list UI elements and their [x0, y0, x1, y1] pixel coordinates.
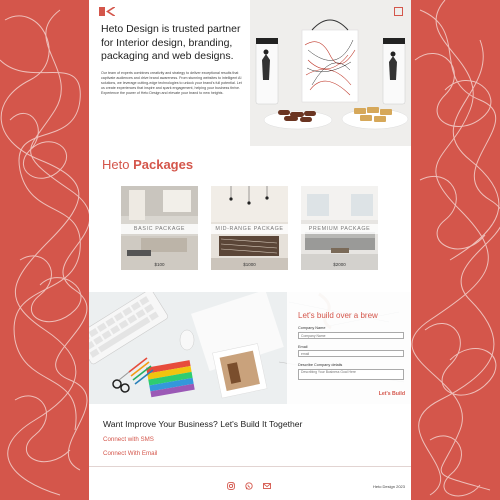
company-name-label: Company Name: [298, 326, 326, 330]
mail-icon[interactable]: [263, 482, 271, 490]
packages-heading: Heto Packages: [102, 157, 193, 172]
contact-form: Let's build over a brew Company Name Ema…: [287, 292, 411, 404]
package-card-basic[interactable]: BASIC PACKAGE $100: [121, 186, 198, 270]
whatsapp-icon[interactable]: [245, 482, 253, 490]
package-price: $2000: [333, 262, 346, 267]
contact-form-title: Let's build over a brew: [298, 311, 378, 320]
footer-divider: [89, 466, 411, 467]
lets-build-button[interactable]: Let's Build: [379, 391, 405, 397]
menu-button[interactable]: [394, 7, 403, 16]
footer-copyright: Heto Design 2023: [372, 484, 405, 489]
page-container: Heto Design is trusted partner for Inter…: [89, 0, 411, 500]
cta-title-part2: Let's Build It Together: [220, 419, 303, 429]
company-details-input[interactable]: [298, 369, 404, 380]
package-card-mid-range[interactable]: MID-RANGE PACKAGE $1000: [211, 186, 288, 270]
package-price: $100: [154, 262, 165, 267]
logo[interactable]: [99, 7, 115, 16]
hero-title: Heto Design is trusted partner for Inter…: [101, 23, 241, 62]
instagram-icon[interactable]: [227, 482, 235, 490]
email-label: Email: [298, 345, 308, 349]
hero-product-image: [250, 0, 411, 146]
packages-heading-light: Heto: [102, 157, 134, 172]
cta-title-part1: Want Improve Your Business?: [103, 419, 221, 429]
package-price: $1000: [243, 262, 256, 267]
company-details-label: Describe Company details: [298, 363, 343, 367]
package-label: PREMIUM PACKAGE: [301, 224, 378, 234]
connect-sms-link[interactable]: Connect with SMS: [103, 436, 154, 443]
package-card-premium[interactable]: PREMIUM PACKAGE $2000: [301, 186, 378, 270]
packages-heading-bold: Packages: [133, 157, 194, 172]
hero-description: Our team of experts combines creativity …: [101, 71, 242, 96]
cta-title: Want Improve Your Business? Let's Build …: [103, 419, 302, 429]
email-input[interactable]: [298, 350, 404, 357]
package-label: MID-RANGE PACKAGE: [211, 224, 288, 234]
company-name-input[interactable]: [298, 332, 404, 339]
hero-section: Heto Design is trusted partner for Inter…: [89, 0, 411, 146]
connect-email-link[interactable]: Connect With Email: [103, 450, 157, 457]
package-label: BASIC PACKAGE: [121, 224, 198, 234]
